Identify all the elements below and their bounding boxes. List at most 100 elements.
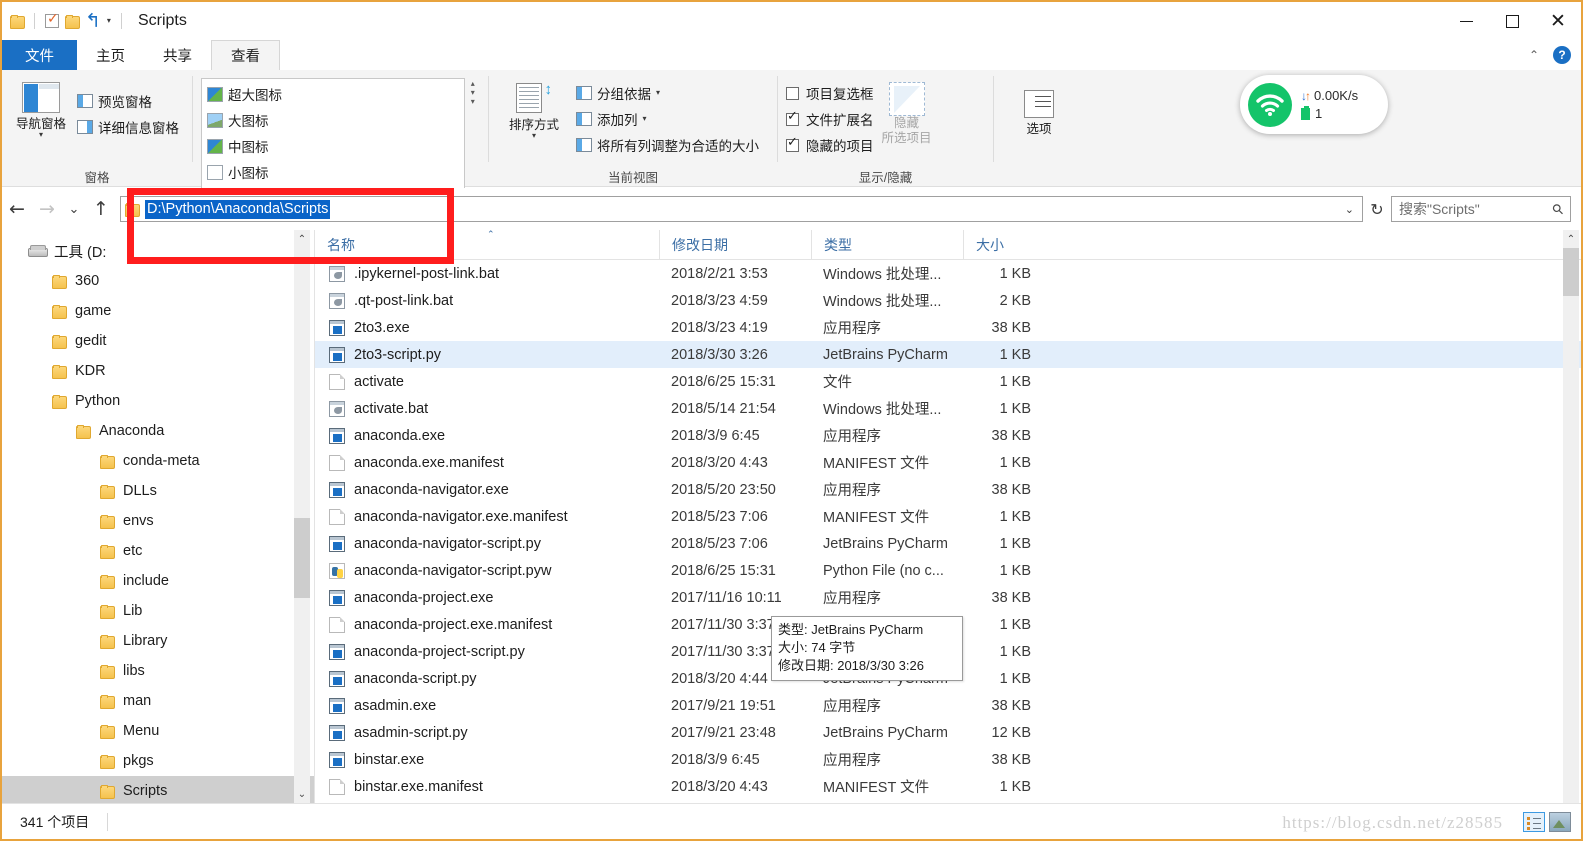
file-name-cell[interactable]: anaconda-project.exe [315, 589, 659, 606]
tree-item-kdr[interactable]: KDR [2, 356, 314, 386]
network-speed-widget[interactable]: ↓↑ 0.00K/s 1 [1240, 75, 1388, 134]
file-name-cell[interactable]: anaconda-script.py [315, 670, 659, 687]
search-input[interactable]: 搜索"Scripts" ⚲ [1391, 196, 1571, 222]
minimize-button[interactable] [1443, 2, 1489, 40]
magnifier-icon[interactable]: ⚲ [1548, 199, 1567, 218]
file-name-cell[interactable]: .qt-post-link.bat [315, 292, 659, 309]
table-row[interactable]: anaconda-navigator.exe.manifest 2018/5/23… [315, 503, 1581, 530]
up-button[interactable]: ↑ [86, 188, 116, 230]
details-pane-button[interactable]: 详细信息窗格 [72, 114, 184, 140]
tab-share[interactable]: 共享 [144, 40, 211, 70]
view-large-icons[interactable]: 大图标 [204, 107, 336, 133]
preview-pane-button[interactable]: 预览窗格 [72, 88, 184, 114]
tree-item-envs[interactable]: envs [2, 506, 314, 536]
tab-view[interactable]: 查看 [211, 40, 280, 70]
tree-item-dlls[interactable]: DLLs [2, 476, 314, 506]
checkbox[interactable] [786, 135, 799, 152]
scroll-up-icon[interactable]: ⌃ [294, 230, 310, 248]
customize-caret-icon[interactable]: ▾ [107, 14, 111, 28]
table-row[interactable]: anaconda.exe.manifest 2018/3/20 4:43 MANIF… [315, 449, 1581, 476]
scroll-up-icon[interactable]: ▴ [471, 79, 475, 88]
recent-locations-button[interactable]: ⌄ [62, 188, 86, 230]
file-name-cell[interactable]: anaconda-navigator.exe [315, 481, 659, 498]
close-button[interactable]: ✕ [1535, 2, 1581, 40]
tree-item-etc[interactable]: etc [2, 536, 314, 566]
file-name-cell[interactable]: asadmin.exe [315, 697, 659, 714]
table-row[interactable]: anaconda-navigator-script.py 2018/5/23 7:… [315, 530, 1581, 557]
folder-icon[interactable] [10, 14, 25, 29]
file-name-cell[interactable]: .ipykernel-post-link.bat [315, 265, 659, 282]
scrollbar-thumb[interactable] [1563, 248, 1579, 296]
maximize-button[interactable] [1489, 2, 1535, 40]
view-medium-icons[interactable]: 中图标 [204, 133, 336, 159]
hide-selected-items-button[interactable]: 隐藏 所选项目 [874, 80, 940, 146]
file-name-cell[interactable]: anaconda.exe.manifest [315, 454, 659, 471]
view-extra-large-icons[interactable]: 超大图标 [204, 81, 336, 107]
file-name-cell[interactable]: anaconda-navigator-script.py [315, 535, 659, 552]
size-all-columns-button[interactable]: 将所有列调整为合适的大小 [571, 132, 764, 158]
table-row[interactable]: asadmin-script.py 2017/9/21 23:48 JetBrain… [315, 719, 1581, 746]
file-extensions-option[interactable]: 文件扩展名 [786, 106, 874, 132]
table-row[interactable]: .ipykernel-post-link.bat 2018/2/21 3:53 Wi… [315, 260, 1581, 287]
refresh-button[interactable]: ↻ [1363, 196, 1391, 222]
file-name-cell[interactable]: binstar.exe [315, 751, 659, 768]
group-by-button[interactable]: 分组依据 ▾ [571, 80, 764, 106]
file-name-cell[interactable]: binstar.exe.manifest [315, 778, 659, 795]
tree-item-scripts[interactable]: Scripts [2, 776, 314, 803]
column-header-size[interactable]: 大小 [963, 229, 1059, 260]
table-row[interactable]: binstar.exe 2018/3/9 6:45 应用程序 38 KB [315, 746, 1581, 773]
tree-item-menu[interactable]: Menu [2, 716, 314, 746]
back-button[interactable]: ← [2, 188, 32, 230]
tree-item-d[interactable]: 工具 (D: [2, 236, 314, 266]
chevron-up-icon[interactable]: ⌃ [1529, 48, 1539, 62]
file-list-scrollbar[interactable]: ⌃ [1563, 230, 1579, 803]
column-header-type[interactable]: 类型 [811, 229, 963, 260]
thumbnail-view-icon[interactable] [1549, 811, 1571, 832]
properties-icon[interactable] [45, 11, 59, 28]
view-small-icons[interactable]: 小图标 [204, 159, 336, 185]
scroll-down-icon[interactable]: ▾ [471, 88, 475, 97]
table-row[interactable]: anaconda-navigator-script.pyw 2018/6/25 1… [315, 557, 1581, 584]
file-name-cell[interactable]: anaconda-navigator.exe.manifest [315, 508, 659, 525]
details-view-icon[interactable] [1523, 811, 1545, 832]
column-header-name[interactable]: ⌃ 名称 [315, 229, 659, 260]
options-button[interactable]: 选项 [1002, 84, 1076, 136]
chevron-down-icon[interactable]: ⌄ [1345, 203, 1354, 216]
tree-item-gedit[interactable]: gedit [2, 326, 314, 356]
tree-item-anaconda[interactable]: Anaconda [2, 416, 314, 446]
file-name-cell[interactable]: asadmin-script.py [315, 724, 659, 741]
tree-item-lib[interactable]: Lib [2, 596, 314, 626]
forward-button[interactable]: → [32, 188, 62, 230]
tree-item-include[interactable]: include [2, 566, 314, 596]
checkbox[interactable] [786, 109, 799, 126]
hidden-items-option[interactable]: 隐藏的项目 [786, 132, 874, 158]
table-row[interactable]: anaconda-navigator.exe 2018/5/20 23:50 应用程… [315, 476, 1581, 503]
layout-scroll[interactable]: ▴ ▾ ▾ [465, 78, 480, 107]
tree-item-man[interactable]: man [2, 686, 314, 716]
scroll-down-icon[interactable]: ⌄ [294, 785, 310, 803]
file-name-cell[interactable]: 2to3.exe [315, 319, 659, 336]
tree-item-game[interactable]: game [2, 296, 314, 326]
file-name-cell[interactable]: anaconda.exe [315, 427, 659, 444]
column-header-date[interactable]: 修改日期 [659, 229, 811, 260]
expand-gallery-icon[interactable]: ▾ [471, 97, 475, 106]
tree-item-conda-meta[interactable]: conda-meta [2, 446, 314, 476]
table-row[interactable]: anaconda-project.exe 2017/11/16 10:11 应用程序… [315, 584, 1581, 611]
address-input[interactable]: D:\Python\Anaconda\Scripts ⌄ [120, 196, 1363, 222]
tree-item-python[interactable]: Python [2, 386, 314, 416]
table-row[interactable]: .qt-post-link.bat 2018/3/23 4:59 Windows 批… [315, 287, 1581, 314]
tree-item-libs[interactable]: libs [2, 656, 314, 686]
undo-icon[interactable]: ↰ [85, 12, 101, 31]
table-row[interactable]: binstar.exe.manifest 2018/3/20 4:43 MANIFE… [315, 773, 1581, 800]
address-text[interactable]: D:\Python\Anaconda\Scripts [145, 199, 331, 219]
table-row[interactable]: activate 2018/6/25 15:31 文件 1 KB [315, 368, 1581, 395]
tab-home[interactable]: 主页 [77, 40, 144, 70]
help-button[interactable]: ? [1553, 46, 1571, 64]
file-name-cell[interactable]: activate [315, 373, 659, 390]
table-row[interactable]: asadmin.exe 2017/9/21 19:51 应用程序 38 KB [315, 692, 1581, 719]
sort-by-button[interactable]: ↕ 排序方式 ▾ [497, 76, 571, 140]
add-columns-button[interactable]: 添加列 ▾ [571, 106, 764, 132]
file-name-cell[interactable]: activate.bat [315, 400, 659, 417]
tab-file[interactable]: 文件 [2, 40, 77, 70]
table-row[interactable]: anaconda.exe 2018/3/9 6:45 应用程序 38 KB [315, 422, 1581, 449]
